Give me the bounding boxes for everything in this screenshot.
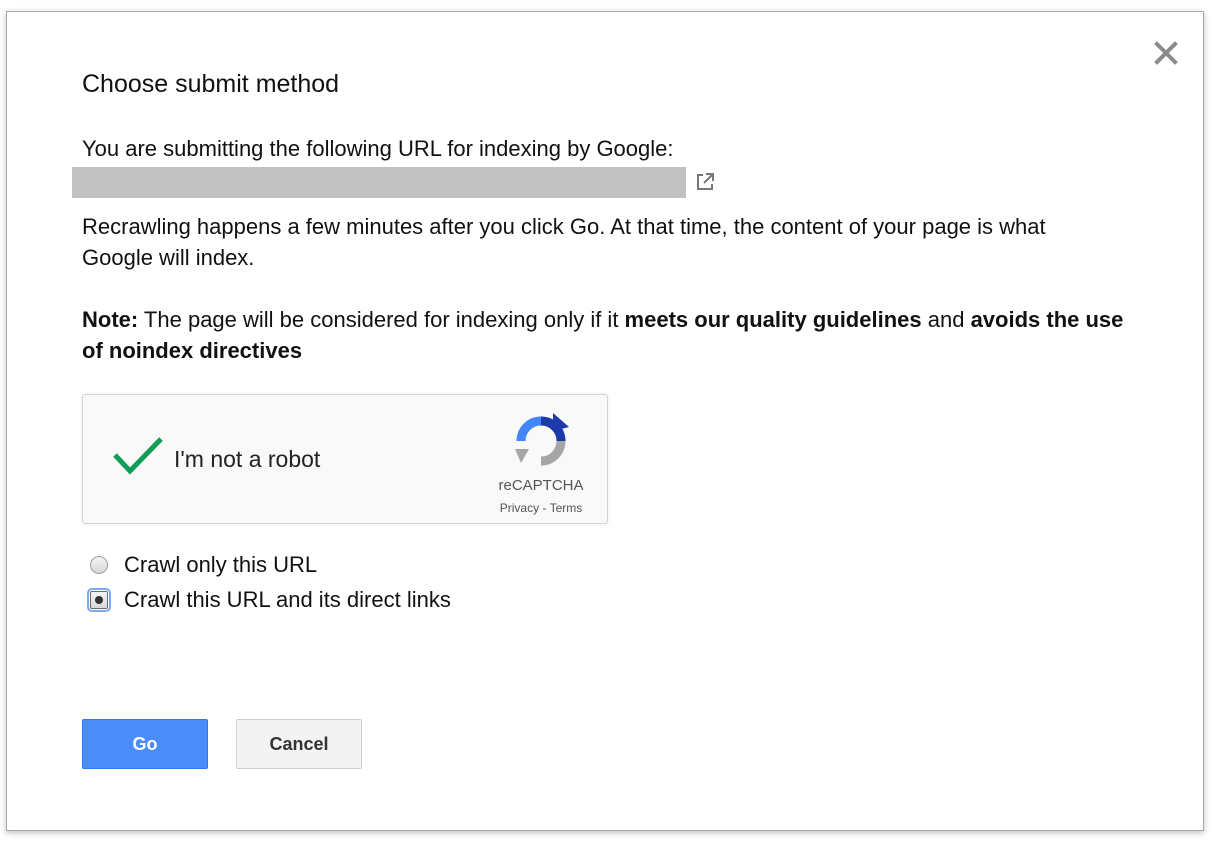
recrawl-description: Recrawling happens a few minutes after y…: [82, 214, 1046, 270]
note-paragraph: Note: The page will be considered for in…: [82, 304, 1142, 366]
links-separator: -: [539, 501, 550, 515]
recaptcha-brand: reCAPTCHA: [498, 477, 584, 494]
radio-crawl-only-url[interactable]: [90, 556, 108, 574]
submit-method-dialog: Choose submit method You are submitting …: [6, 11, 1204, 831]
recaptcha-logo-icon: [515, 413, 569, 466]
crawl-option-with-links[interactable]: Crawl this URL and its direct links: [87, 587, 451, 613]
crawl-option-single[interactable]: Crawl only this URL: [90, 552, 317, 578]
captcha-label: I'm not a robot: [174, 446, 321, 472]
recaptcha-widget: I'm not a robot reCAPTCHA Privacy - Term…: [82, 394, 608, 524]
external-link-icon[interactable]: [694, 171, 716, 193]
recaptcha-links: Privacy - Terms: [483, 501, 599, 515]
crawl-option-label: Crawl this URL and its direct links: [124, 587, 451, 612]
crawl-option-label: Crawl only this URL: [124, 552, 318, 577]
note-text-2: and: [921, 307, 971, 332]
redacted-url-bar: [72, 166, 686, 198]
terms-link[interactable]: Terms: [550, 501, 583, 515]
privacy-link[interactable]: Privacy: [500, 501, 539, 515]
close-icon[interactable]: [1153, 40, 1179, 66]
dialog-title: Choose submit method: [82, 70, 340, 98]
intro-text: You are submitting the following URL for…: [82, 136, 674, 161]
cancel-button[interactable]: Cancel: [236, 719, 362, 769]
note-label: Note:: [82, 307, 139, 332]
go-button[interactable]: Go: [82, 719, 208, 769]
quality-guidelines-text: meets our quality guidelines: [624, 307, 922, 332]
radio-crawl-direct-links[interactable]: [87, 588, 111, 612]
note-text-1: The page will be considered for indexing…: [138, 307, 625, 332]
checkmark-icon[interactable]: [111, 433, 165, 477]
submitted-url: [72, 166, 716, 198]
